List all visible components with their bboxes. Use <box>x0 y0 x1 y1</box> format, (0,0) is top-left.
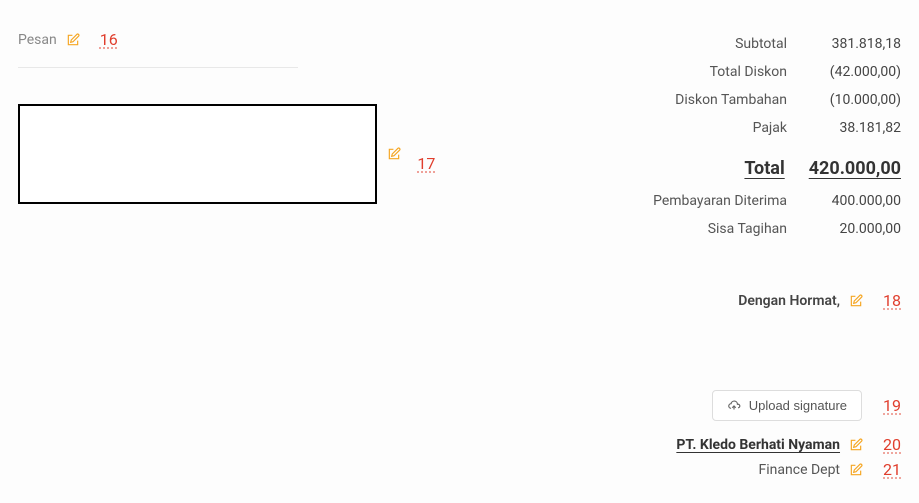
message-box[interactable] <box>18 104 377 204</box>
sisa-value: 20.000,00 <box>811 221 901 237</box>
pajak-row: Pajak 38.181,82 <box>591 114 901 142</box>
diskon-value: (42.000,00) <box>811 64 901 80</box>
diterima-row: Pembayaran Diterima 400.000,00 <box>591 187 901 215</box>
divider <box>18 67 298 68</box>
total-label: Total <box>591 158 809 179</box>
diskon-label: Total Diskon <box>591 64 811 80</box>
diterima-label: Pembayaran Diterima <box>591 193 811 209</box>
marker-20: 20 <box>878 435 901 454</box>
edit-icon[interactable] <box>65 32 81 48</box>
edit-icon[interactable] <box>387 146 401 162</box>
subtotal-row: Subtotal 381.818,18 <box>591 30 901 58</box>
pajak-label: Pajak <box>591 120 811 136</box>
edit-icon[interactable] <box>848 293 864 309</box>
company-name: PT. Kledo Berhati Nyaman <box>676 437 840 453</box>
tambahan-row: Diskon Tambahan (10.000,00) <box>591 86 901 114</box>
marker-18: 18 <box>878 291 901 310</box>
edit-icon[interactable] <box>848 462 864 478</box>
edit-icon[interactable] <box>848 437 864 453</box>
pesan-label: Pesan <box>18 32 57 48</box>
diskon-row: Total Diskon (42.000,00) <box>591 58 901 86</box>
marker-19: 19 <box>878 396 901 415</box>
upload-label: Upload signature <box>749 398 847 413</box>
marker-16: 16 <box>95 30 118 49</box>
subtotal-label: Subtotal <box>591 36 811 52</box>
pajak-value: 38.181,82 <box>811 120 901 136</box>
tambahan-value: (10.000,00) <box>811 92 901 108</box>
total-value: 420.000,00 <box>809 158 901 179</box>
sisa-row: Sisa Tagihan 20.000,00 <box>591 215 901 243</box>
dept-name: Finance Dept <box>759 462 841 478</box>
upload-icon <box>727 399 741 413</box>
marker-21: 21 <box>878 460 901 479</box>
diterima-value: 400.000,00 <box>811 193 901 209</box>
closing-text: Dengan Hormat, <box>738 293 840 309</box>
subtotal-value: 381.818,18 <box>811 36 901 52</box>
sisa-label: Sisa Tagihan <box>591 221 811 237</box>
tambahan-label: Diskon Tambahan <box>591 92 811 108</box>
marker-17: 17 <box>417 135 438 173</box>
total-row: Total 420.000,00 <box>591 148 901 187</box>
upload-signature-button[interactable]: Upload signature <box>712 390 862 421</box>
